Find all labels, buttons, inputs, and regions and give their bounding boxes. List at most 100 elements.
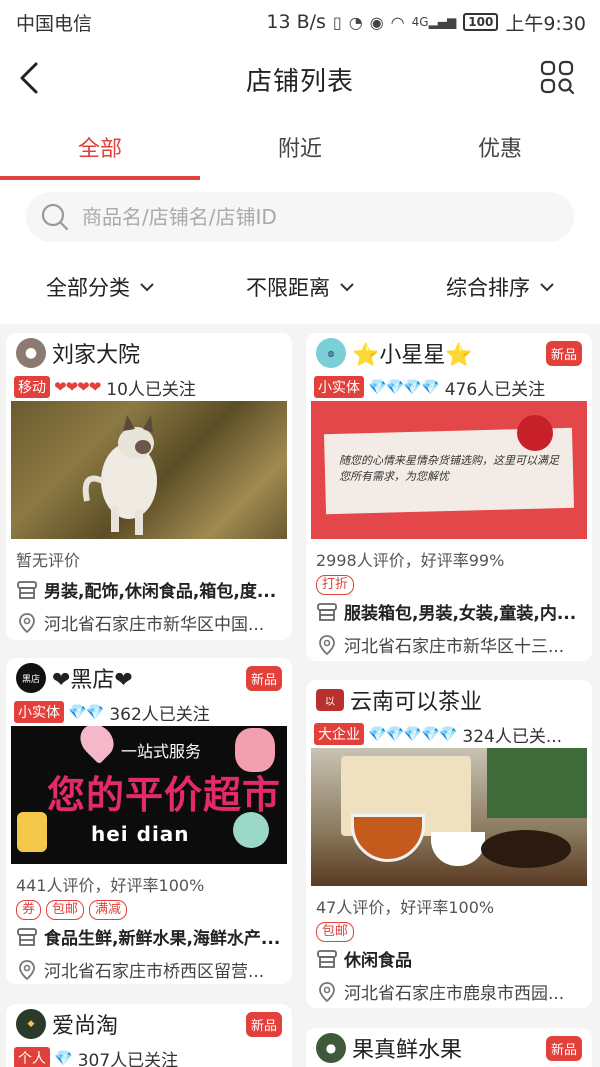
vibrate-icon: ▯ [332, 12, 342, 32]
address-text: 河北省石家庄市桥西区留营... [44, 962, 265, 982]
shop-card[interactable]: 以 云南可以茶业 大企业 💎💎💎💎💎 324人已关... 47人评价，好评率10… [306, 680, 592, 1008]
shop-card-header: 以 云南可以茶业 [306, 680, 592, 720]
category-row: 男装,配饰,休闲食品,箱包,度... [6, 573, 292, 606]
shop-card[interactable]: 黑店 ❤黑店❤ 新品 小实体 💎💎 362人已关注 一站式服务 您的平价超市 h… [6, 658, 292, 984]
network-type: 4G [411, 15, 429, 29]
chevron-down-icon [340, 282, 354, 291]
new-badge: 新品 [545, 1036, 582, 1061]
tab-nearby[interactable]: 附近 [200, 114, 400, 180]
filter-distance-label: 不限距离 [246, 276, 330, 300]
promo-tag: 券 [16, 900, 42, 920]
avatar: 黑店 [16, 663, 46, 693]
follower-count: 10人已关注 [106, 379, 196, 400]
shop-image [311, 748, 587, 886]
plant [487, 748, 587, 818]
image-caption: 随您的心情来星情杂货铺选购，这里可以满足您所有需求，为您解忧 [339, 454, 559, 483]
shop-name: 云南可以茶业 [350, 690, 483, 715]
promo-tags: 券 包邮 满减 [6, 898, 292, 920]
heart-decoration [73, 726, 121, 765]
shop-meta: 移动 ❤❤❤❤ 10人已关注 [6, 373, 292, 401]
shop-card[interactable]: ◍ ⭐小星星⭐ 新品 小实体 💎💎💎💎 476人已关注 随您的心情来星情杂货铺选… [306, 333, 592, 661]
diamond-level-icon: 💎 [54, 1049, 73, 1067]
carrier-label: 中国电信 [16, 12, 93, 35]
search-input[interactable] [82, 205, 542, 229]
follower-count: 362人已关注 [109, 704, 210, 725]
shop-card[interactable]: ◆ 爱尚淘 新品 个人 💎 307人已关注 [6, 1004, 292, 1067]
new-badge: 新品 [545, 341, 582, 366]
tea-cup [431, 832, 485, 866]
avatar-label: 黑店 [21, 674, 40, 685]
shop-name: ⭐小星星⭐ [352, 343, 473, 368]
category-row: 休闲食品 [306, 942, 592, 975]
shop-name: ❤黑店❤ [52, 668, 133, 693]
shop-card[interactable]: ● 刘家大院 移动 ❤❤❤❤ 10人已关注 暂无评价 男装,配饰,休闲食品,箱包… [6, 333, 292, 640]
shop-name: 爱尚淘 [52, 1014, 119, 1039]
filter-bar: 全部分类 不限距离 综合排序 [0, 250, 600, 324]
address-text: 河北省石家庄市新华区十三... [344, 637, 565, 657]
chevron-left-icon [20, 62, 38, 94]
address-row: 河北省石家庄市鹿泉市西园... [306, 975, 592, 1008]
shop-card-header: ◆ 爱尚淘 新品 [6, 1004, 292, 1044]
category-row: 食品生鲜,新鲜水果,海鲜水产... [6, 920, 292, 953]
shop-card-header: ● 果真鲜水果 新品 [306, 1028, 592, 1067]
shop-meta: 大企业 💎💎💎💎💎 324人已关... [306, 720, 592, 748]
shop-type-tag: 个人 [14, 1047, 50, 1067]
avatar: ◍ [316, 338, 346, 368]
tab-bar: 全部 附近 优惠 [0, 114, 600, 180]
filter-sort[interactable]: 综合排序 [400, 272, 600, 302]
image-title: 一站式服务 [121, 742, 202, 761]
category-text: 食品生鲜,新鲜水果,海鲜水产... [44, 929, 281, 949]
filter-sort-label: 综合排序 [446, 276, 530, 300]
tab-all[interactable]: 全部 [0, 114, 200, 180]
shop-image [11, 401, 287, 539]
tea-cup [351, 814, 425, 862]
shop-type-tag: 小实体 [314, 376, 364, 398]
location-pin-icon [19, 612, 35, 633]
scan-button[interactable] [540, 60, 575, 95]
shop-type-tag: 大企业 [314, 723, 364, 745]
filter-distance[interactable]: 不限距离 [200, 272, 400, 302]
shop-meta: 小实体 💎💎💎💎 476人已关注 [306, 373, 592, 401]
heart-level-icon: ❤❤❤❤ [54, 378, 101, 396]
promo-tag: 打折 [316, 575, 355, 595]
diamond-level-icon: 💎💎 [68, 703, 104, 721]
location-pin-icon [19, 959, 35, 980]
shop-icon [17, 927, 37, 946]
tea-leaves [481, 830, 571, 868]
scan-icon [540, 60, 575, 95]
shop-type-tag: 移动 [14, 376, 50, 398]
promo-tag: 包邮 [316, 922, 355, 942]
follower-count: 476人已关注 [444, 379, 546, 400]
filter-category[interactable]: 全部分类 [0, 272, 200, 302]
shop-type-tag: 小实体 [14, 701, 64, 723]
heart-decoration [517, 415, 553, 451]
shop-image: 随您的心情来星情杂货铺选购，这里可以满足您所有需求，为您解忧 [311, 401, 587, 539]
app-header: 店铺列表 [0, 44, 600, 114]
avatar: ◆ [16, 1009, 46, 1039]
search-box[interactable] [26, 192, 574, 242]
follower-count: 324人已关... [462, 726, 563, 747]
promo-tags: 包邮 [306, 920, 592, 942]
tab-discount[interactable]: 优惠 [400, 114, 600, 180]
address-text: 河北省石家庄市鹿泉市西园... [344, 984, 565, 1004]
promo-tag: 满减 [89, 900, 128, 920]
wifi-icon: ◠ [390, 12, 405, 32]
avatar: ● [16, 338, 46, 368]
signal-icon: 4G▂▄▆ [411, 15, 457, 29]
back-button[interactable] [16, 60, 46, 96]
address-row: 河北省石家庄市新华区中国... [6, 606, 292, 639]
shop-icon [17, 580, 37, 599]
rating-text: 47人评价，好评率100% [316, 898, 495, 917]
battery-icon: 100 [463, 13, 499, 31]
shop-card-header: 黑店 ❤黑店❤ 新品 [6, 658, 292, 698]
shop-card[interactable]: ● 果真鲜水果 新品 [306, 1028, 592, 1067]
promo-tags: 打折 [306, 573, 592, 595]
new-badge: 新品 [245, 1012, 282, 1037]
shop-meta: 个人 💎 307人已关注 [6, 1044, 292, 1067]
category-text: 男装,配饰,休闲食品,箱包,度... [44, 582, 277, 602]
shop-meta: 小实体 💎💎 362人已关注 [6, 698, 292, 726]
category-row: 服装箱包,男装,女装,童装,内... [306, 595, 592, 628]
page-title: 店铺列表 [245, 66, 354, 97]
location-pin-icon [319, 981, 335, 1002]
avatar: 以 [316, 689, 344, 711]
